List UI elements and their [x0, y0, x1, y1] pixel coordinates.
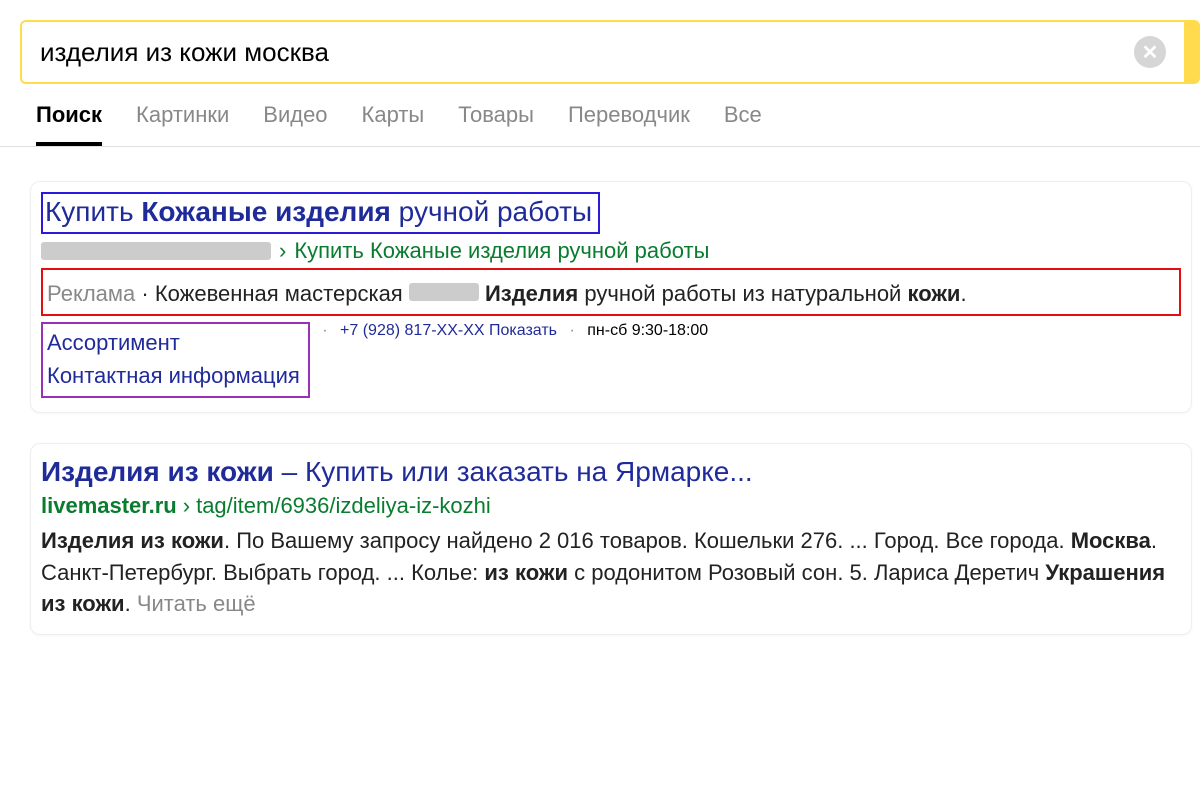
working-hours: пн-сб 9:30-18:00: [587, 322, 708, 339]
title-prefix: Купить: [45, 196, 141, 227]
title-bold: Кожаные изделия: [141, 196, 391, 227]
sitelink-contact[interactable]: Контактная информация: [47, 359, 300, 392]
sb1: Изделия из кожи: [41, 528, 224, 553]
tab-maps[interactable]: Карты: [362, 102, 425, 146]
url-path: tag/item/6936/izdeliya-iz-kozhi: [196, 493, 491, 518]
snippet-prefix: Кожевенная мастерская: [155, 281, 409, 306]
title-bold: Изделия из кожи: [41, 456, 274, 487]
annotation-title-box: Купить Кожаные изделия ручной работы: [41, 192, 600, 234]
phone-show: Показать: [489, 322, 557, 339]
title-rest: Купить или заказать на Ярмарке...: [305, 456, 753, 487]
separator: ·: [322, 322, 327, 339]
snippet-end: .: [960, 281, 966, 306]
chevron-right-icon: ›: [183, 493, 190, 518]
phone-number: +7 (928) 817-XX-XX: [340, 322, 489, 339]
st3: с родонитом Розовый сон. 5. Лариса Дерет…: [568, 560, 1045, 585]
sitelinks: Ассортимент Контактная информация · +7 (…: [41, 322, 1181, 398]
tab-translate[interactable]: Переводчик: [568, 102, 690, 146]
organic-result: Изделия из кожи – Купить или заказать на…: [30, 443, 1192, 635]
search-button[interactable]: [1186, 20, 1200, 84]
ad-display-url[interactable]: › Купить Кожаные изделия ручной работы: [41, 238, 1181, 264]
search-box: ✕: [20, 20, 1186, 84]
annotation-sitelinks-box: Ассортимент Контактная информация: [41, 322, 310, 398]
read-more-link[interactable]: Читать ещё: [137, 591, 256, 616]
search-input[interactable]: [40, 37, 1134, 68]
snippet-mid: ручной работы из натуральной: [578, 281, 907, 306]
tab-images[interactable]: Картинки: [136, 102, 229, 146]
separator: ·: [569, 322, 574, 339]
tab-search[interactable]: Поиск: [36, 102, 102, 146]
snippet-bold2: кожи: [907, 281, 960, 306]
ad-title-link[interactable]: Купить Кожаные изделия ручной работы: [45, 196, 592, 227]
result-display-url[interactable]: livemaster.ru›tag/item/6936/izdeliya-iz-…: [41, 493, 1181, 519]
st4: .: [125, 591, 137, 616]
tab-video[interactable]: Видео: [263, 102, 327, 146]
result-snippet: Изделия из кожи. По Вашему запросу найде…: [41, 525, 1181, 621]
title-suffix: ручной работы: [391, 196, 592, 227]
title-dash: –: [274, 456, 305, 487]
search-bar: ✕: [0, 0, 1200, 96]
ad-snippet: Реклама · Кожевенная мастерская Изделия …: [47, 278, 1173, 310]
results: Купить Кожаные изделия ручной работы › К…: [0, 147, 1200, 675]
redacted-name: [409, 283, 479, 301]
sb3: из кожи: [484, 560, 568, 585]
chevron-right-icon: ›: [279, 238, 286, 264]
url-domain: livemaster.ru: [41, 493, 177, 518]
snippet-bold: Изделия: [485, 281, 578, 306]
result-title-link[interactable]: Изделия из кожи – Купить или заказать на…: [41, 456, 753, 487]
breadcrumb-text: Купить Кожаные изделия ручной работы: [294, 238, 709, 264]
dot: ·: [135, 281, 155, 306]
tab-all[interactable]: Все: [724, 102, 762, 146]
tab-goods[interactable]: Товары: [458, 102, 534, 146]
clear-icon[interactable]: ✕: [1134, 36, 1166, 68]
phone-link[interactable]: +7 (928) 817-XX-XX Показать: [340, 322, 557, 339]
ad-result: Купить Кожаные изделия ручной работы › К…: [30, 181, 1192, 413]
ad-label: Реклама: [47, 281, 135, 306]
sb2: Москва: [1071, 528, 1151, 553]
redacted-domain: [41, 242, 271, 260]
sitelink-assortment[interactable]: Ассортимент: [47, 326, 300, 359]
annotation-snippet-box: Реклама · Кожевенная мастерская Изделия …: [41, 268, 1181, 316]
tabs: Поиск Картинки Видео Карты Товары Перево…: [0, 96, 1200, 147]
st1: . По Вашему запросу найдено 2 016 товаро…: [224, 528, 1071, 553]
